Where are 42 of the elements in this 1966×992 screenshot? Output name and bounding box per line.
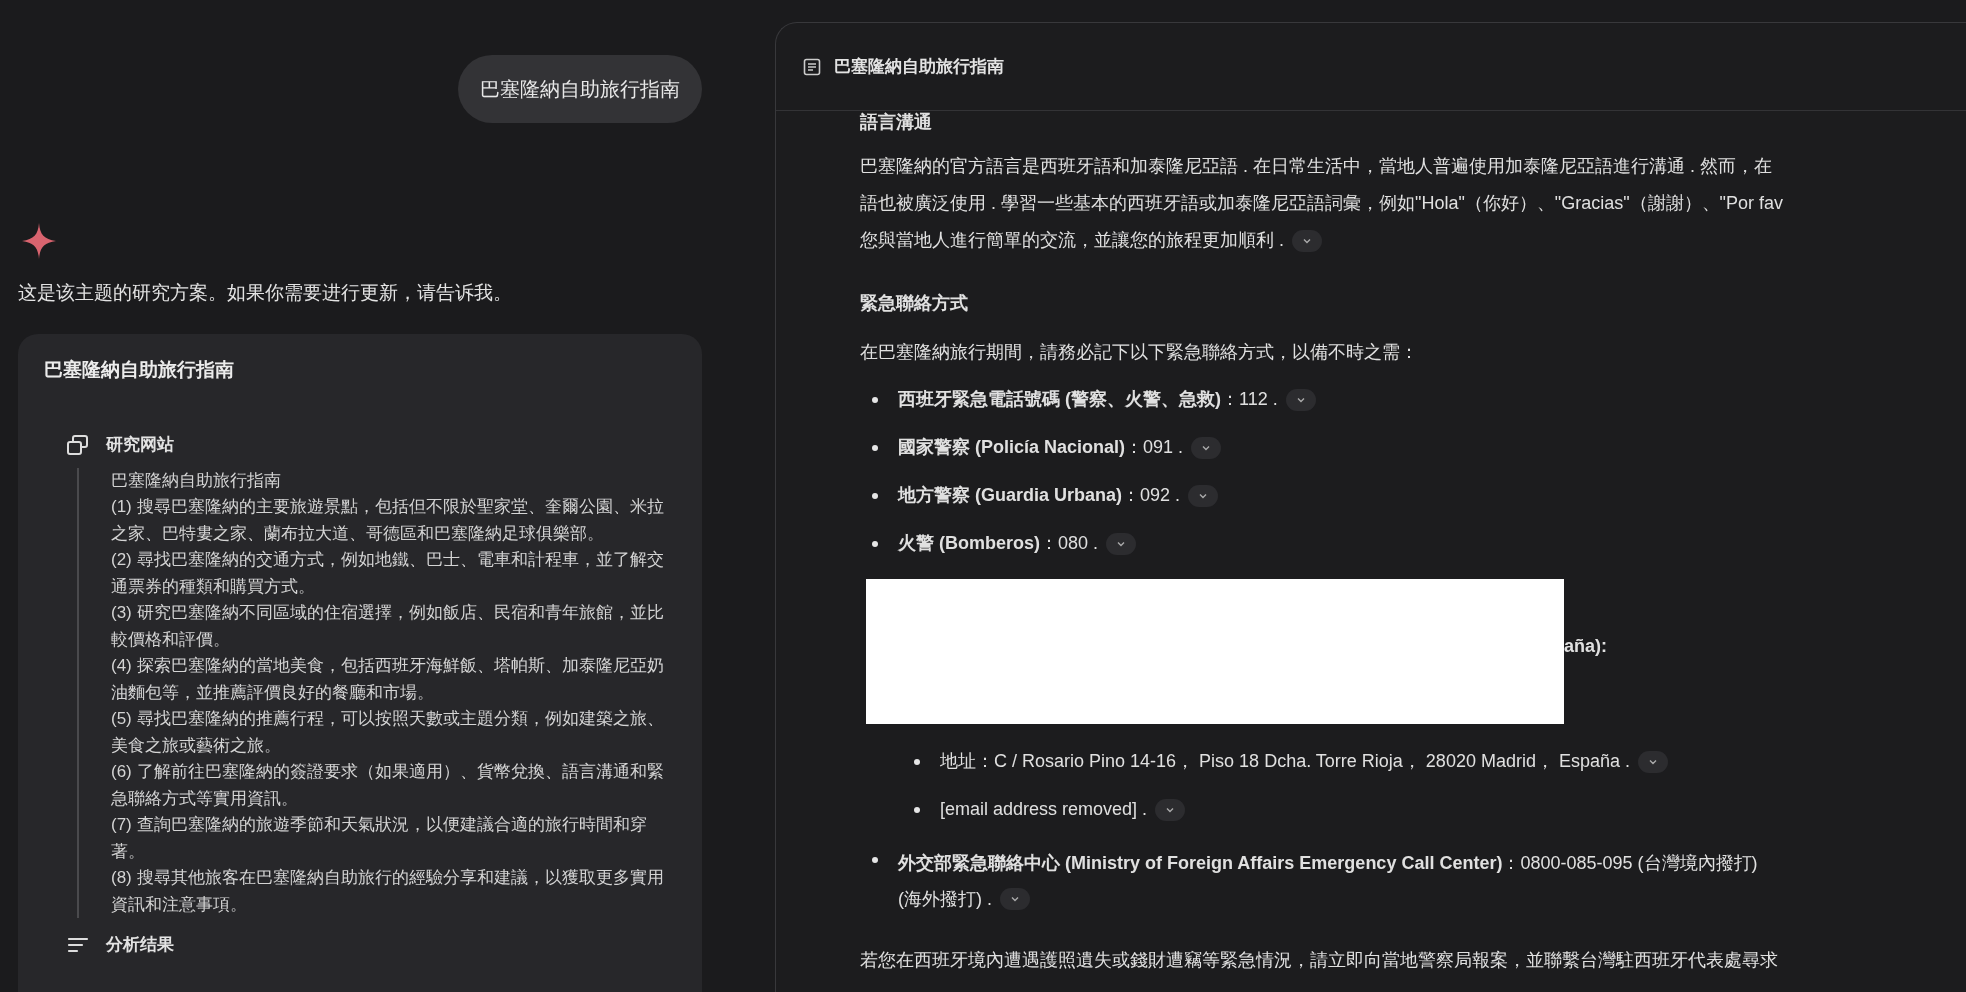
source-chevron-button[interactable] bbox=[1155, 798, 1186, 821]
source-chevron-button[interactable] bbox=[1106, 532, 1137, 555]
plan-step-text: 巴塞隆納自助旅行指南 bbox=[111, 469, 282, 492]
contact-text: 火警 (Bomberos)：080 . bbox=[898, 532, 1099, 555]
intro-text: 这是该主题的研究方案。如果你需要进行更新，请告诉我。 bbox=[18, 281, 513, 305]
plan-step-text: (7) 查詢巴塞隆納的旅遊季節和天氣狀況，以便建議合適的旅行時間和穿著。 bbox=[111, 814, 648, 863]
plan-step-text: (6) 了解前往巴塞隆納的簽證要求（如果適用）、貨幣兌換、語言溝通和緊急聯絡方式等實用資訊。 bbox=[111, 761, 665, 810]
document-title: 巴塞隆納自助旅行指南 bbox=[834, 55, 1004, 78]
source-chevron-button[interactable] bbox=[1191, 436, 1222, 459]
contact-detail-text: 地址：C / Rosario Pino 14-16， Piso 18 Dcha. Torre Rioja， 28020 Madrid， España . bbox=[940, 750, 1630, 773]
contact-text: 西班牙緊急電話號碼 (警察、火警、急救)：112 . bbox=[898, 388, 1278, 411]
user-message-bubble: 巴塞隆納自助旅行指南 bbox=[458, 55, 702, 123]
source-chevron-button[interactable] bbox=[1292, 229, 1322, 252]
section-heading: 語言溝通 bbox=[860, 111, 933, 134]
stacked-windows-icon bbox=[66, 432, 90, 457]
plan-step-text: (5) 尋找巴塞隆納的推薦行程，可以按照天數或主題分類，例如建築之旅、美食之旅或藝術之旅。 bbox=[111, 708, 665, 757]
plan-step-text: (4) 探索巴塞隆納的當地美食，包括西班牙海鮮飯、塔帕斯、加泰隆尼亞奶油麵包等，並推薦評價良好的餐廳和市場。 bbox=[111, 655, 665, 704]
plan-step-text: (3) 研究巴塞隆納不同區域的住宿選擇，例如飯店、民宿和青年旅館，並比較價格和評價。 bbox=[111, 602, 665, 651]
source-chevron-button[interactable] bbox=[1188, 484, 1219, 507]
document-icon bbox=[802, 56, 822, 77]
contact-text-fragment: aña): bbox=[1564, 635, 1607, 658]
source-chevron-button[interactable] bbox=[1000, 888, 1030, 910]
contact-detail-text: [email address removed] . bbox=[940, 798, 1148, 821]
section-heading: 緊急聯絡方式 bbox=[860, 292, 969, 315]
source-chevron-button[interactable] bbox=[1638, 750, 1668, 773]
plan-step-text: (1) 搜尋巴塞隆納的主要旅遊景點，包括但不限於聖家堂、奎爾公園、米拉之家、巴特婁之家、蘭布拉大道、哥德區和巴塞隆納足球俱樂部。 bbox=[111, 496, 665, 545]
step-label: 分析结果 bbox=[106, 934, 174, 956]
source-chevron-button[interactable] bbox=[1285, 388, 1316, 411]
paragraph-line: 您與當地人進行簡單的交流，並讓您的旅程更加順利 . bbox=[860, 229, 1284, 252]
step-label: 研究网站 bbox=[106, 434, 174, 456]
contact-text: (海外撥打) . bbox=[898, 888, 992, 911]
plan-title: 巴塞隆納自助旅行指南 bbox=[44, 357, 235, 382]
paragraph-line: 巴塞隆納的官方語言是西班牙語和加泰隆尼亞語 . 在日常生活中，當地人普遍使用加泰隆尼亞語進行溝通 . 然而，在 bbox=[860, 155, 1772, 178]
contact-text: 外交部緊急聯絡中心 (Ministry of Foreign Affairs Emergency Call Center)：0800-085-095 (台灣境內撥打) bbox=[898, 852, 1758, 875]
paragraph-line: 語也被廣泛使用 . 學習一些基本的西班牙語或加泰隆尼亞語詞彙，例如"Hola"（你好）、"Gracias"（謝謝）、"Por fav bbox=[860, 192, 1783, 215]
paragraph-line: 若您在西班牙境內遭遇護照遺失或錢財遭竊等緊急情況，請立即向當地警察局報案，並聯繫台灣駐西班牙代表處尋求 bbox=[860, 949, 1779, 972]
plan-step-text: (2) 尋找巴塞隆納的交通方式，例如地鐵、巴士、電車和計程車，並了解交通票券的種類和購買方式。 bbox=[111, 549, 665, 598]
contact-text: 國家警察 (Policía Nacional)：091 . bbox=[898, 436, 1184, 459]
contact-text: 地方警察 (Guardia Urbana)：092 . bbox=[898, 484, 1181, 507]
paragraph-line: 在巴塞隆納旅行期間，請務必記下以下緊急聯絡方式，以備不時之需： bbox=[860, 341, 1419, 364]
chevron-down-icon bbox=[1010, 894, 1020, 904]
plan-step-text: (8) 搜尋其他旅客在巴塞隆納自助旅行的經驗分享和建議，以獲取更多實用資訊和注意事項。 bbox=[111, 867, 665, 916]
